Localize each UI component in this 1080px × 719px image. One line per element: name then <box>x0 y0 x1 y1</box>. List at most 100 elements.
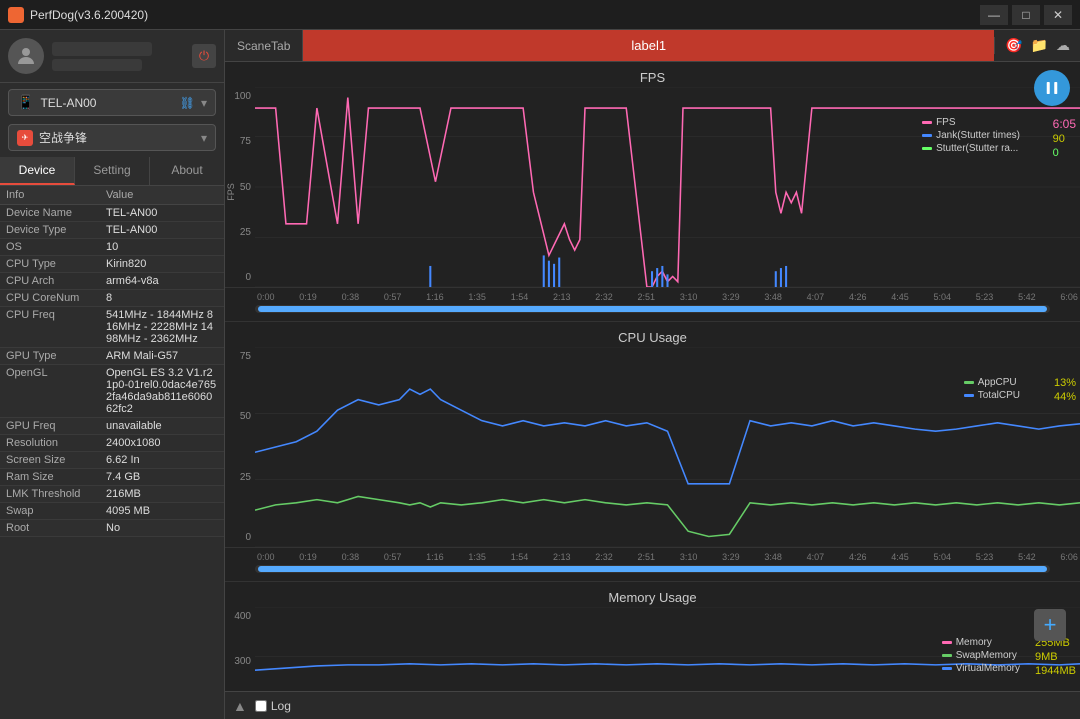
cloud-icon[interactable]: ☁ <box>1056 37 1070 54</box>
cpu-time-axis: 0:000:190:380:571:161:351:542:132:322:51… <box>225 547 1080 565</box>
info-table-row: LMK Threshold216MB <box>0 486 224 503</box>
content-header: ScaneTab label1 🎯 📁 ☁ <box>225 30 1080 62</box>
app-selector[interactable]: ✈ 空战争锋 ▾ <box>8 124 216 151</box>
info-table-row: OpenGLOpenGL ES 3.2 V1.r21p0-01rel0.0dac… <box>0 365 224 418</box>
memory-chart-inner: 400 300 200 100 0 <box>225 607 1080 691</box>
fps-value1: 6:05 <box>1053 117 1076 131</box>
cpu-chart-inner: 75 50 25 0 <box>225 347 1080 547</box>
info-row-label: Device Name <box>6 207 106 219</box>
app-name-label: 空战争锋 <box>39 129 195 146</box>
info-table-row: GPU Frequnavailable <box>0 418 224 435</box>
fps-scrollbar-thumb[interactable] <box>258 306 1047 312</box>
maximize-button[interactable]: □ <box>1012 5 1040 25</box>
window-controls: — □ ✕ <box>980 5 1072 25</box>
cpu-value1: 13% <box>1054 377 1076 389</box>
fps-chart-area: FPS Jank(Stutter times) Stutter(Stutter … <box>255 87 1080 287</box>
memory-chart-container: Memory Usage 400 300 200 100 0 <box>225 582 1080 691</box>
info-row-label: Swap <box>6 505 106 517</box>
label1-tab[interactable]: label1 <box>303 30 994 61</box>
info-row-value: unavailable <box>106 420 218 432</box>
info-row-label: GPU Freq <box>6 420 106 432</box>
fps-value2: 90 <box>1053 133 1076 145</box>
info-row-value: arm64-v8a <box>106 275 218 287</box>
info-row-value: 8 <box>106 292 218 304</box>
info-table-row: Ram Size7.4 GB <box>0 469 224 486</box>
info-row-label: OS <box>6 241 106 253</box>
memory-legend: Memory SwapMemory VirtualMemory <box>942 637 1020 674</box>
title-bar-left: PerfDog(v3.6.200420) <box>8 7 148 23</box>
close-button[interactable]: ✕ <box>1044 5 1072 25</box>
app-icon <box>8 7 24 23</box>
info-row-label: CPU CoreNum <box>6 292 106 304</box>
username-field <box>52 42 152 56</box>
col-info-header: Info <box>6 189 106 201</box>
info-table: Info Value Device NameTEL-AN00Device Typ… <box>0 186 224 719</box>
info-row-label: CPU Arch <box>6 275 106 287</box>
device-name-label: TEL-AN00 <box>40 96 173 110</box>
cpu-chart-title: CPU Usage <box>225 326 1080 347</box>
sidebar-top: ⏻ <box>0 30 224 83</box>
info-table-row: GPU TypeARM Mali-G57 <box>0 348 224 365</box>
cpu-scrollbar[interactable] <box>255 565 1050 573</box>
cpu-legend: AppCPU TotalCPU <box>964 377 1020 401</box>
cpu-values: 13% 44% <box>1054 377 1076 403</box>
charts-area[interactable]: FPS 100 75 50 25 0 FPS <box>225 62 1080 691</box>
power-button[interactable]: ⏻ <box>192 44 216 68</box>
fps-time-axis: 0:000:190:380:571:161:351:542:132:322:51… <box>225 287 1080 305</box>
info-table-row: RootNo <box>0 520 224 537</box>
info-row-value: OpenGL ES 3.2 V1.r21p0-01rel0.0dac4e7652… <box>106 367 218 415</box>
memory-value2: 9MB <box>1035 651 1076 663</box>
info-row-label: GPU Type <box>6 350 106 362</box>
info-table-row: Device NameTEL-AN00 <box>0 205 224 222</box>
cpu-chart-container: CPU Usage 75 50 25 0 <box>225 322 1080 582</box>
info-row-value: 2400x1080 <box>106 437 218 449</box>
window-title: PerfDog(v3.6.200420) <box>30 8 148 22</box>
minimize-button[interactable]: — <box>980 5 1008 25</box>
info-table-row: Resolution2400x1080 <box>0 435 224 452</box>
info-row-value: Kirin820 <box>106 258 218 270</box>
main-layout: ⏻ 📱 TEL-AN00 ⛓ ▾ ✈ 空战争锋 ▾ Device Setting… <box>0 30 1080 719</box>
info-row-label: OpenGL <box>6 367 106 415</box>
tab-about[interactable]: About <box>150 157 224 185</box>
info-row-value: No <box>106 522 218 534</box>
location-icon[interactable]: 🎯 <box>1005 37 1022 54</box>
device-selector[interactable]: 📱 TEL-AN00 ⛓ ▾ <box>8 89 216 116</box>
memory-value3: 1944MB <box>1035 665 1076 677</box>
tab-device[interactable]: Device <box>0 157 75 185</box>
info-table-row: CPU Archarm64-v8a <box>0 273 224 290</box>
folder-icon[interactable]: 📁 <box>1031 37 1048 54</box>
memory-values: 255MB 9MB 1944MB <box>1035 637 1076 677</box>
fps-value3: 0 <box>1053 147 1076 159</box>
info-table-row: Swap4095 MB <box>0 503 224 520</box>
title-bar: PerfDog(v3.6.200420) — □ ✕ <box>0 0 1080 30</box>
fps-values: 6:05 90 0 <box>1053 117 1076 159</box>
info-row-value: 216MB <box>106 488 218 500</box>
info-row-label: Ram Size <box>6 471 106 483</box>
log-checkbox[interactable]: Log <box>255 699 291 713</box>
log-checkbox-input[interactable] <box>255 700 267 712</box>
tab-setting[interactable]: Setting <box>75 157 150 185</box>
info-table-row: CPU TypeKirin820 <box>0 256 224 273</box>
memory-chart-title: Memory Usage <box>225 586 1080 607</box>
info-table-header: Info Value <box>0 186 224 205</box>
log-label: Log <box>271 699 291 713</box>
expand-button[interactable]: ▲ <box>233 698 247 714</box>
scene-tab[interactable]: ScaneTab <box>225 30 303 61</box>
fps-chart-inner: 100 75 50 25 0 FPS <box>225 87 1080 287</box>
cpu-scrollbar-thumb[interactable] <box>258 566 1047 572</box>
fps-y-label: FPS <box>226 183 236 201</box>
fps-legend: FPS Jank(Stutter times) Stutter(Stutter … <box>922 117 1020 154</box>
pause-button[interactable] <box>1034 70 1070 106</box>
memory-chart-area: Memory SwapMemory VirtualMemory 255MB 9M… <box>255 607 1080 691</box>
fps-chart-container: FPS 100 75 50 25 0 FPS <box>225 62 1080 322</box>
sidebar: ⏻ 📱 TEL-AN00 ⛓ ▾ ✈ 空战争锋 ▾ Device Setting… <box>0 30 225 719</box>
info-row-value: 541MHz - 1844MHz 816MHz - 2228MHz 1498MH… <box>106 309 218 345</box>
sidebar-tabs: Device Setting About <box>0 157 224 186</box>
fps-scrollbar[interactable] <box>255 305 1050 313</box>
fps-chart-title: FPS <box>225 66 1080 87</box>
info-row-value: TEL-AN00 <box>106 207 218 219</box>
device-icon: 📱 <box>17 94 34 111</box>
add-chart-button[interactable]: + <box>1034 609 1066 641</box>
info-row-value: 6.62 In <box>106 454 218 466</box>
bottom-bar: ▲ Log <box>225 691 1080 719</box>
